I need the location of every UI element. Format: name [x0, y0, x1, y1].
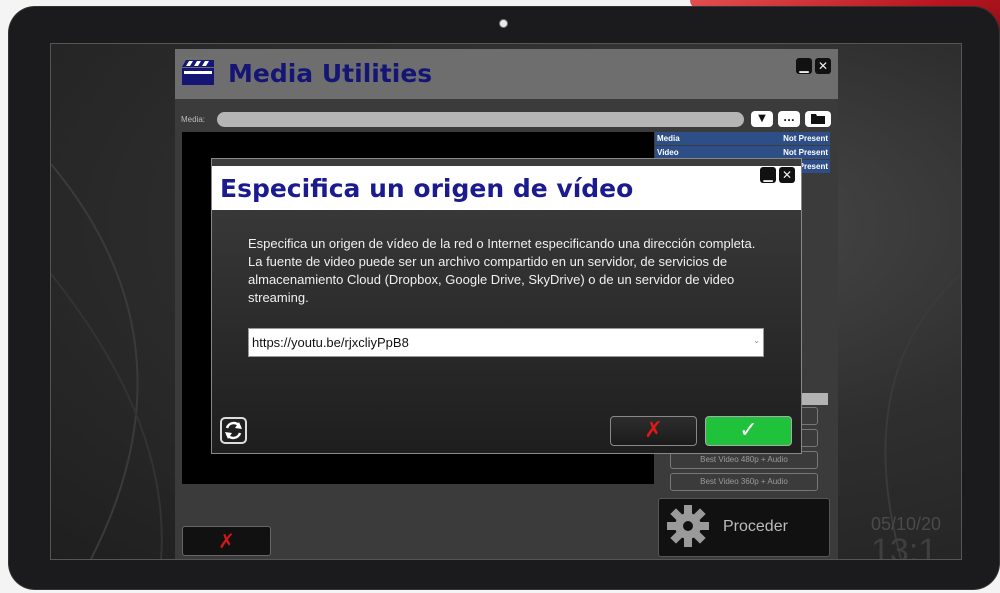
- cancel-button[interactable]: ✗: [182, 526, 271, 556]
- tablet-screen: 05/10/20 13:1 Media Utilities ▁ ✕ Media:…: [50, 43, 962, 560]
- proceed-label: Proceder: [723, 518, 788, 535]
- clock-time: 13:1: [871, 532, 938, 560]
- minimize-icon[interactable]: ▁: [796, 58, 812, 74]
- folder-button[interactable]: [805, 111, 831, 127]
- folder-icon: [811, 114, 825, 124]
- media-label: Media:: [181, 115, 206, 124]
- clapperboard-icon: [182, 60, 214, 85]
- proceed-button[interactable]: Proceder: [658, 498, 830, 557]
- minimize-icon[interactable]: ▁: [760, 167, 776, 183]
- dialog-title: Especifica un origen de vídeo: [220, 174, 634, 203]
- video-source-dialog: Especifica un origen de vídeo ▁ ✕ Especi…: [211, 158, 802, 454]
- dialog-cancel-button[interactable]: ✗: [610, 416, 697, 446]
- chevron-down-icon[interactable]: ⌄: [753, 336, 760, 345]
- description-line-1: Especifica un origen de vídeo de la red …: [248, 236, 756, 251]
- quality-option[interactable]: Best Video 360p + Audio: [670, 473, 818, 491]
- info-row: Media Not Present: [655, 132, 830, 145]
- url-input[interactable]: [252, 332, 742, 352]
- url-field[interactable]: ⌄: [248, 328, 764, 357]
- browse-button[interactable]: ...: [778, 111, 800, 127]
- refresh-icon: [225, 421, 242, 440]
- dialog-description: Especifica un origen de vídeo de la red …: [248, 235, 776, 307]
- dialog-header: Especifica un origen de vídeo ▁ ✕: [212, 166, 801, 210]
- media-input[interactable]: [217, 112, 744, 127]
- description-line-2: La fuente de video puede ser un archivo …: [248, 254, 735, 305]
- camera-icon: [499, 19, 508, 28]
- close-icon[interactable]: ✕: [815, 58, 831, 74]
- refresh-button[interactable]: [220, 417, 247, 444]
- dropdown-button[interactable]: ▼: [751, 111, 773, 127]
- gear-icon: [667, 505, 709, 547]
- close-icon[interactable]: ✕: [779, 167, 795, 183]
- app-header: Media Utilities ▁ ✕: [175, 49, 838, 99]
- app-title: Media Utilities: [228, 59, 433, 88]
- dialog-ok-button[interactable]: ✓: [705, 416, 792, 446]
